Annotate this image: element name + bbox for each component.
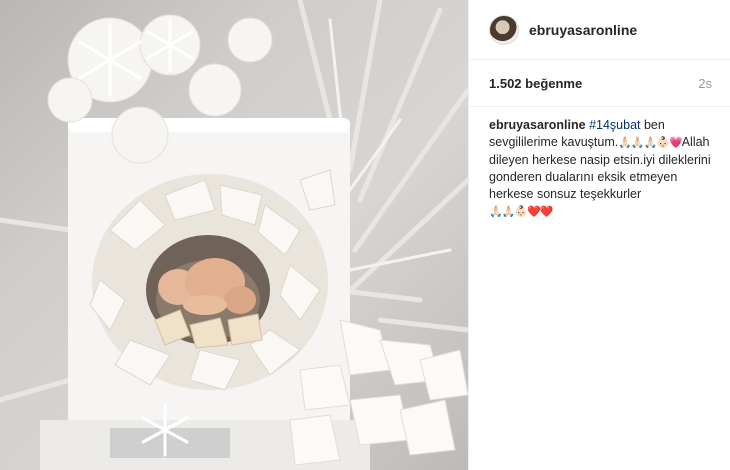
instagram-post: ebruyasaronline 1.502 beğenme 2s ebruyas… bbox=[0, 0, 730, 470]
post-meta: 1.502 beğenme 2s bbox=[469, 60, 730, 107]
hashtag-link[interactable]: #14şubat bbox=[589, 118, 640, 132]
post-photo[interactable] bbox=[0, 0, 468, 470]
caption-username[interactable]: ebruyasaronline bbox=[489, 118, 586, 132]
caption-emoji-2: 🙏🏻🙏🏻👶🏻❤️❤️ bbox=[489, 206, 553, 218]
post-time[interactable]: 2s bbox=[698, 76, 712, 91]
caption-emoji-1: 🙏🏻🙏🏻🙏🏻👶🏻💗 bbox=[618, 137, 682, 149]
post-header: ebruyasaronline bbox=[469, 0, 730, 60]
likes-count[interactable]: 1.502 beğenme bbox=[489, 76, 582, 91]
winter-cake-photo bbox=[0, 0, 468, 470]
caption: ebruyasaronline #14şubat ben sevgilileri… bbox=[469, 107, 730, 221]
post-sidebar: ebruyasaronline 1.502 beğenme 2s ebruyas… bbox=[468, 0, 730, 470]
username-link[interactable]: ebruyasaronline bbox=[529, 22, 637, 38]
profile-avatar[interactable] bbox=[489, 14, 519, 45]
